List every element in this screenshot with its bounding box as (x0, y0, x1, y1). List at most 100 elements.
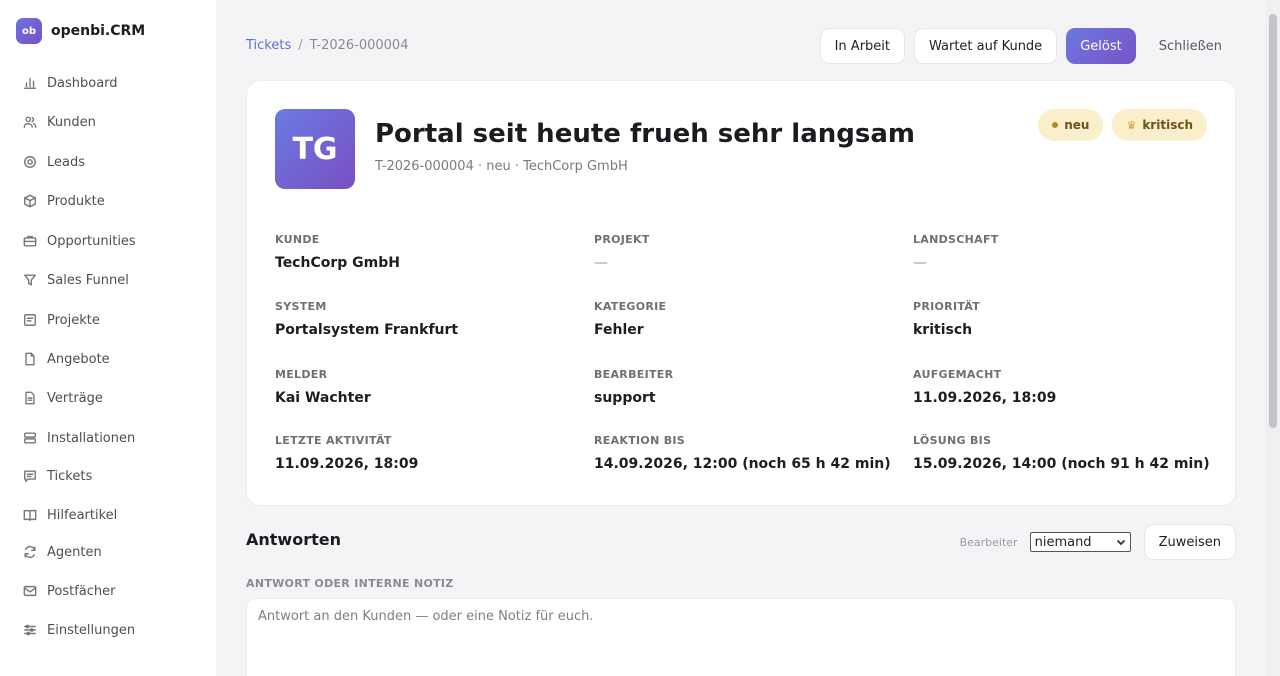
field-system: System Portalsystem Frankfurt (275, 300, 575, 338)
breadcrumb-current: T-2026-000004 (309, 38, 409, 53)
field-value: Fehler (594, 322, 644, 338)
sidebar-item-vertraege[interactable]: Verträge (16, 383, 206, 413)
reply-textarea[interactable] (246, 598, 1236, 676)
book-icon (22, 507, 38, 523)
sidebar-item-produkte[interactable]: Produkte (16, 186, 206, 216)
sidebar-item-sales-funnel[interactable]: Sales Funnel (16, 265, 206, 295)
chevron-down-icon (1116, 539, 1125, 546)
field-aufgemacht: Aufgemacht 11.09.2026, 18:09 (913, 368, 1213, 406)
briefcase-icon (22, 233, 38, 249)
assignee-select[interactable]: niemand (1029, 532, 1131, 552)
status-badge: neu (1038, 109, 1104, 141)
refresh-icon (22, 544, 38, 560)
schliessen-button[interactable]: Schließen (1145, 28, 1236, 64)
sidebar: ob openbi.CRM Dashboard Kunden Leads Pro… (0, 0, 216, 676)
breadcrumb-separator: / (298, 38, 303, 53)
field-label: Lösung bis (913, 434, 992, 447)
sidebar-item-einstellungen[interactable]: Einstellungen (16, 615, 206, 645)
crown-icon: ♛ (1126, 118, 1137, 132)
sidebar-item-agenten[interactable]: Agenten (16, 537, 206, 567)
funnel-icon (22, 272, 38, 288)
field-reaktion-bis: Reaktion bis 14.09.2026, 12:00 (noch 65 … (594, 434, 894, 472)
field-label: Letzte Aktivität (275, 434, 392, 447)
ticket-avatar: TG (275, 109, 355, 189)
priority-badge: ♛ kritisch (1112, 109, 1207, 141)
target-icon (22, 154, 38, 170)
brand-logo: ob (16, 18, 42, 44)
field-kategorie: Kategorie Fehler (594, 300, 894, 338)
field-label: Projekt (594, 233, 650, 246)
field-kunde: Kunde TechCorp GmbH (275, 233, 575, 271)
scrollbar-thumb[interactable] (1269, 14, 1277, 428)
field-bearbeiter: Bearbeiter support (594, 368, 894, 406)
field-label: Kunde (275, 233, 320, 246)
geloest-button[interactable]: Gelöst (1066, 28, 1136, 64)
sidebar-item-label: Verträge (47, 390, 103, 406)
field-melder: Melder Kai Wachter (275, 368, 575, 406)
sidebar-item-label: Postfächer (47, 583, 116, 599)
field-letzte-aktivitaet: Letzte Aktivität 11.09.2026, 18:09 (275, 434, 575, 472)
sidebar-item-postfaecher[interactable]: Postfächer (16, 576, 206, 606)
sidebar-item-label: Opportunities (47, 233, 136, 249)
sidebar-item-label: Einstellungen (47, 622, 136, 638)
contract-icon (22, 390, 38, 406)
field-projekt: Projekt — (594, 233, 894, 271)
field-label: Kategorie (594, 300, 667, 313)
field-landschaft: Landschaft — (913, 233, 1213, 271)
sidebar-item-opportunities[interactable]: Opportunities (16, 226, 206, 256)
box-icon (22, 193, 38, 209)
sidebar-item-label: Sales Funnel (47, 272, 129, 288)
assign-controls: Bearbeiter niemand Zuweisen (960, 524, 1236, 560)
clipboard-icon (22, 312, 38, 328)
zuweisen-button[interactable]: Zuweisen (1143, 524, 1236, 560)
field-prioritaet: Priorität kritisch (913, 300, 1213, 338)
field-value: kritisch (913, 322, 973, 338)
ticket-fields: Kunde TechCorp GmbH Projekt — Landschaft… (275, 233, 1215, 483)
bar-chart-icon (22, 75, 38, 91)
ticket-card: TG Portal seit heute frueh sehr langsam … (246, 80, 1236, 506)
ticket-subtitle: T-2026-000004 · neu · TechCorp GmbH (375, 159, 628, 174)
sidebar-item-hilfeartikel[interactable]: Hilfeartikel (16, 500, 206, 530)
wartet-auf-kunde-button[interactable]: Wartet auf Kunde (914, 28, 1058, 64)
field-value: — (913, 255, 927, 271)
sidebar-item-label: Leads (47, 154, 86, 170)
main-content: Tickets / T-2026-000004 In Arbeit Wartet… (216, 0, 1266, 676)
sidebar-item-leads[interactable]: Leads (16, 147, 206, 177)
sidebar-item-projekte[interactable]: Projekte (16, 305, 206, 335)
sidebar-item-installationen[interactable]: Installationen (16, 423, 206, 453)
reply-heading: Antworten (246, 530, 341, 549)
sidebar-item-label: Dashboard (47, 75, 118, 91)
sidebar-item-label: Hilfeartikel (47, 507, 118, 523)
assign-label: Bearbeiter (959, 535, 1018, 549)
message-icon (22, 468, 38, 484)
breadcrumb-tickets-link[interactable]: Tickets (246, 38, 291, 53)
sidebar-item-label: Kunden (47, 114, 96, 130)
sidebar-item-dashboard[interactable]: Dashboard (16, 68, 206, 98)
sliders-icon (22, 622, 38, 638)
brand[interactable]: ob openbi.CRM (16, 18, 145, 44)
status-badge-label: neu (1064, 118, 1090, 132)
field-value: TechCorp GmbH (275, 255, 400, 271)
users-icon (22, 114, 38, 130)
sidebar-item-label: Angebote (47, 351, 110, 367)
sidebar-item-tickets[interactable]: Tickets (16, 461, 206, 491)
field-value: 11.09.2026, 18:09 (275, 456, 419, 472)
field-label: Priorität (913, 300, 981, 313)
field-value: Portalsystem Frankfurt (275, 322, 459, 338)
sidebar-item-kunden[interactable]: Kunden (16, 107, 206, 137)
mail-icon (22, 583, 38, 599)
field-value: support (594, 390, 656, 406)
field-label: Landschaft (913, 233, 999, 246)
in-arbeit-button[interactable]: In Arbeit (819, 28, 905, 64)
status-dot-icon (1052, 122, 1059, 128)
field-value: Kai Wachter (275, 390, 371, 406)
page-scrollbar[interactable] (1266, 0, 1280, 676)
field-label: System (275, 300, 327, 313)
breadcrumb: Tickets / T-2026-000004 (246, 38, 408, 53)
field-value: 14.09.2026, 12:00 (noch 65 h 42 min) (594, 456, 891, 472)
field-value: 11.09.2026, 18:09 (913, 390, 1057, 406)
sidebar-item-label: Installationen (47, 430, 136, 446)
field-value: 15.09.2026, 14:00 (noch 91 h 42 min) (913, 456, 1210, 472)
sidebar-item-label: Projekte (47, 312, 100, 328)
sidebar-item-angebote[interactable]: Angebote (16, 344, 206, 374)
